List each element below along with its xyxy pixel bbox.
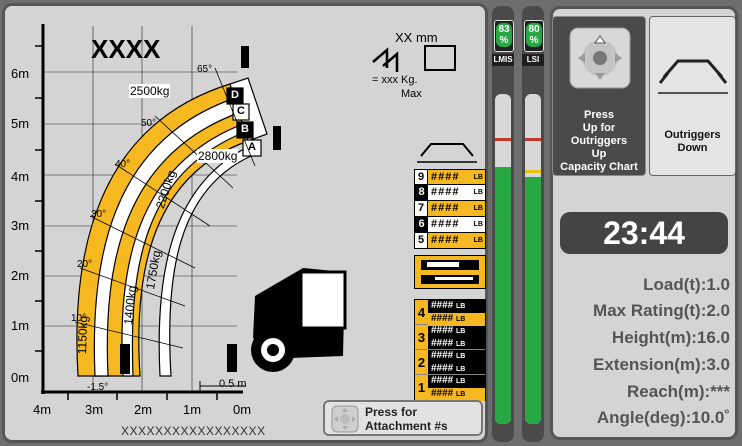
- y-tick-0m: 0m: [11, 370, 30, 385]
- lmis-bar-fill: [495, 166, 511, 424]
- capacity-chart-button[interactable]: Press Up for Outriggers Up Capacity Char…: [552, 16, 646, 176]
- capacity-row-2: 2 #### LB #### LB: [415, 350, 485, 375]
- y-tick-6m: 6m: [11, 66, 30, 81]
- dpad-icon: [331, 405, 359, 433]
- x-tick-2m: 2m: [134, 402, 153, 417]
- angle-30: 30°: [91, 209, 107, 220]
- outriggers-down-button[interactable]: Outriggers Down: [649, 16, 736, 176]
- zone-a: A: [248, 141, 256, 153]
- y-tick-5m: 5m: [11, 116, 30, 131]
- angle-65: 65°: [197, 64, 213, 75]
- capacity-lower-block: 4 #### LB #### LB 3 #### LB #### LB 2 ##…: [414, 299, 486, 401]
- angle-20: 20°: [77, 259, 93, 270]
- x-tick-1m: 1m: [183, 402, 202, 417]
- capacity-row-3: 3 #### LB #### LB: [415, 325, 485, 350]
- lmis-bar: [495, 94, 511, 424]
- x-tick-4m: 4m: [33, 402, 52, 417]
- load-label-2500kg: 2500kg: [129, 84, 171, 98]
- readout-height: Height(m):16.0: [611, 328, 730, 347]
- readout-extension: Extension(m):3.0: [593, 355, 730, 374]
- outriggers-button-label: Outriggers Down: [664, 129, 721, 154]
- load-chart: [35, 24, 477, 400]
- attachment-width: XX mm: [395, 30, 438, 45]
- scale-label: 0.5 m: [219, 378, 247, 390]
- outriggers-down-icon: [658, 59, 728, 94]
- lsi-label: LSI: [522, 54, 544, 66]
- attachment-divider-icon: [414, 255, 486, 289]
- zone-d: D: [231, 89, 239, 101]
- lsi-badge: 80%: [524, 20, 544, 52]
- y-tick-3m: 3m: [11, 218, 30, 233]
- y-tick-1m: 1m: [11, 318, 30, 333]
- outrigger-up-icon: [417, 143, 477, 163]
- readout-angle: Angle(deg):10.0˚: [596, 408, 730, 427]
- readout-max-rating: Max Rating(t):2.0: [593, 301, 730, 320]
- x-tick-0m: 0m: [233, 402, 252, 417]
- readout-reach: Reach(m):***: [627, 382, 730, 401]
- machine-model: XXXX: [91, 34, 161, 64]
- load-chart-panel: XXXX XXXXXXXXXXXXXXXXX 6m 5m 4m 3m 2m 1m…: [2, 3, 488, 443]
- dpad-up-icon: [569, 27, 631, 89]
- capacity-row-7: 7 #### LB: [414, 201, 486, 217]
- attachment-capacity: = xxx Kg.: [372, 74, 418, 86]
- load-zones: [76, 77, 268, 377]
- lmis-label: LMIS: [492, 54, 514, 66]
- lmis-badge: 83%: [494, 20, 514, 52]
- fork-icon: [372, 45, 456, 72]
- load-label-2800kg: 2800kg: [197, 149, 239, 163]
- angle-40: 40°: [115, 159, 131, 170]
- y-tick-2m: 2m: [11, 268, 30, 283]
- lsi-bar-fill: [525, 176, 541, 424]
- attachment-button-label: Press for Attachment #s: [365, 405, 448, 433]
- lsi-gauge: 80% LSI: [522, 6, 544, 442]
- x-tick-3m: 3m: [85, 402, 104, 417]
- clock: 23:44: [560, 212, 728, 254]
- readout-load: Load(t):1.0: [643, 275, 730, 294]
- y-tick-4m: 4m: [11, 169, 30, 184]
- serial-number: XXXXXXXXXXXXXXXXX: [121, 424, 266, 438]
- capacity-row-4: 4 #### LB #### LB: [415, 300, 485, 326]
- capacity-row-5: 5 #### LB: [414, 233, 486, 249]
- capacity-row-6: 6 #### LB: [414, 217, 486, 233]
- zone-c: C: [237, 105, 245, 117]
- capacity-list: 9 #### LB 8 #### LB 7 #### LB 6 #### LB …: [414, 169, 486, 401]
- capacity-row-8: 8 #### LB: [414, 185, 486, 201]
- angle-50: 50°: [141, 118, 157, 129]
- angle-neg-1-5: -1.5°: [87, 382, 109, 393]
- zone-b: B: [241, 123, 249, 135]
- attachment-max: Max: [401, 88, 422, 100]
- attachment-numbers-button[interactable]: Press for Attachment #s: [323, 400, 483, 436]
- lmis-gauge: 83% LMIS: [492, 6, 514, 442]
- capacity-chart-button-label: Press Up for Outriggers Up Capacity Char…: [560, 109, 638, 173]
- capacity-row-9: 9 #### LB: [414, 169, 486, 185]
- load-label-1150kg: 1150kg: [75, 315, 91, 355]
- lsi-bar: [525, 94, 541, 424]
- capacity-row-1: 1 #### LB #### LB: [415, 375, 485, 401]
